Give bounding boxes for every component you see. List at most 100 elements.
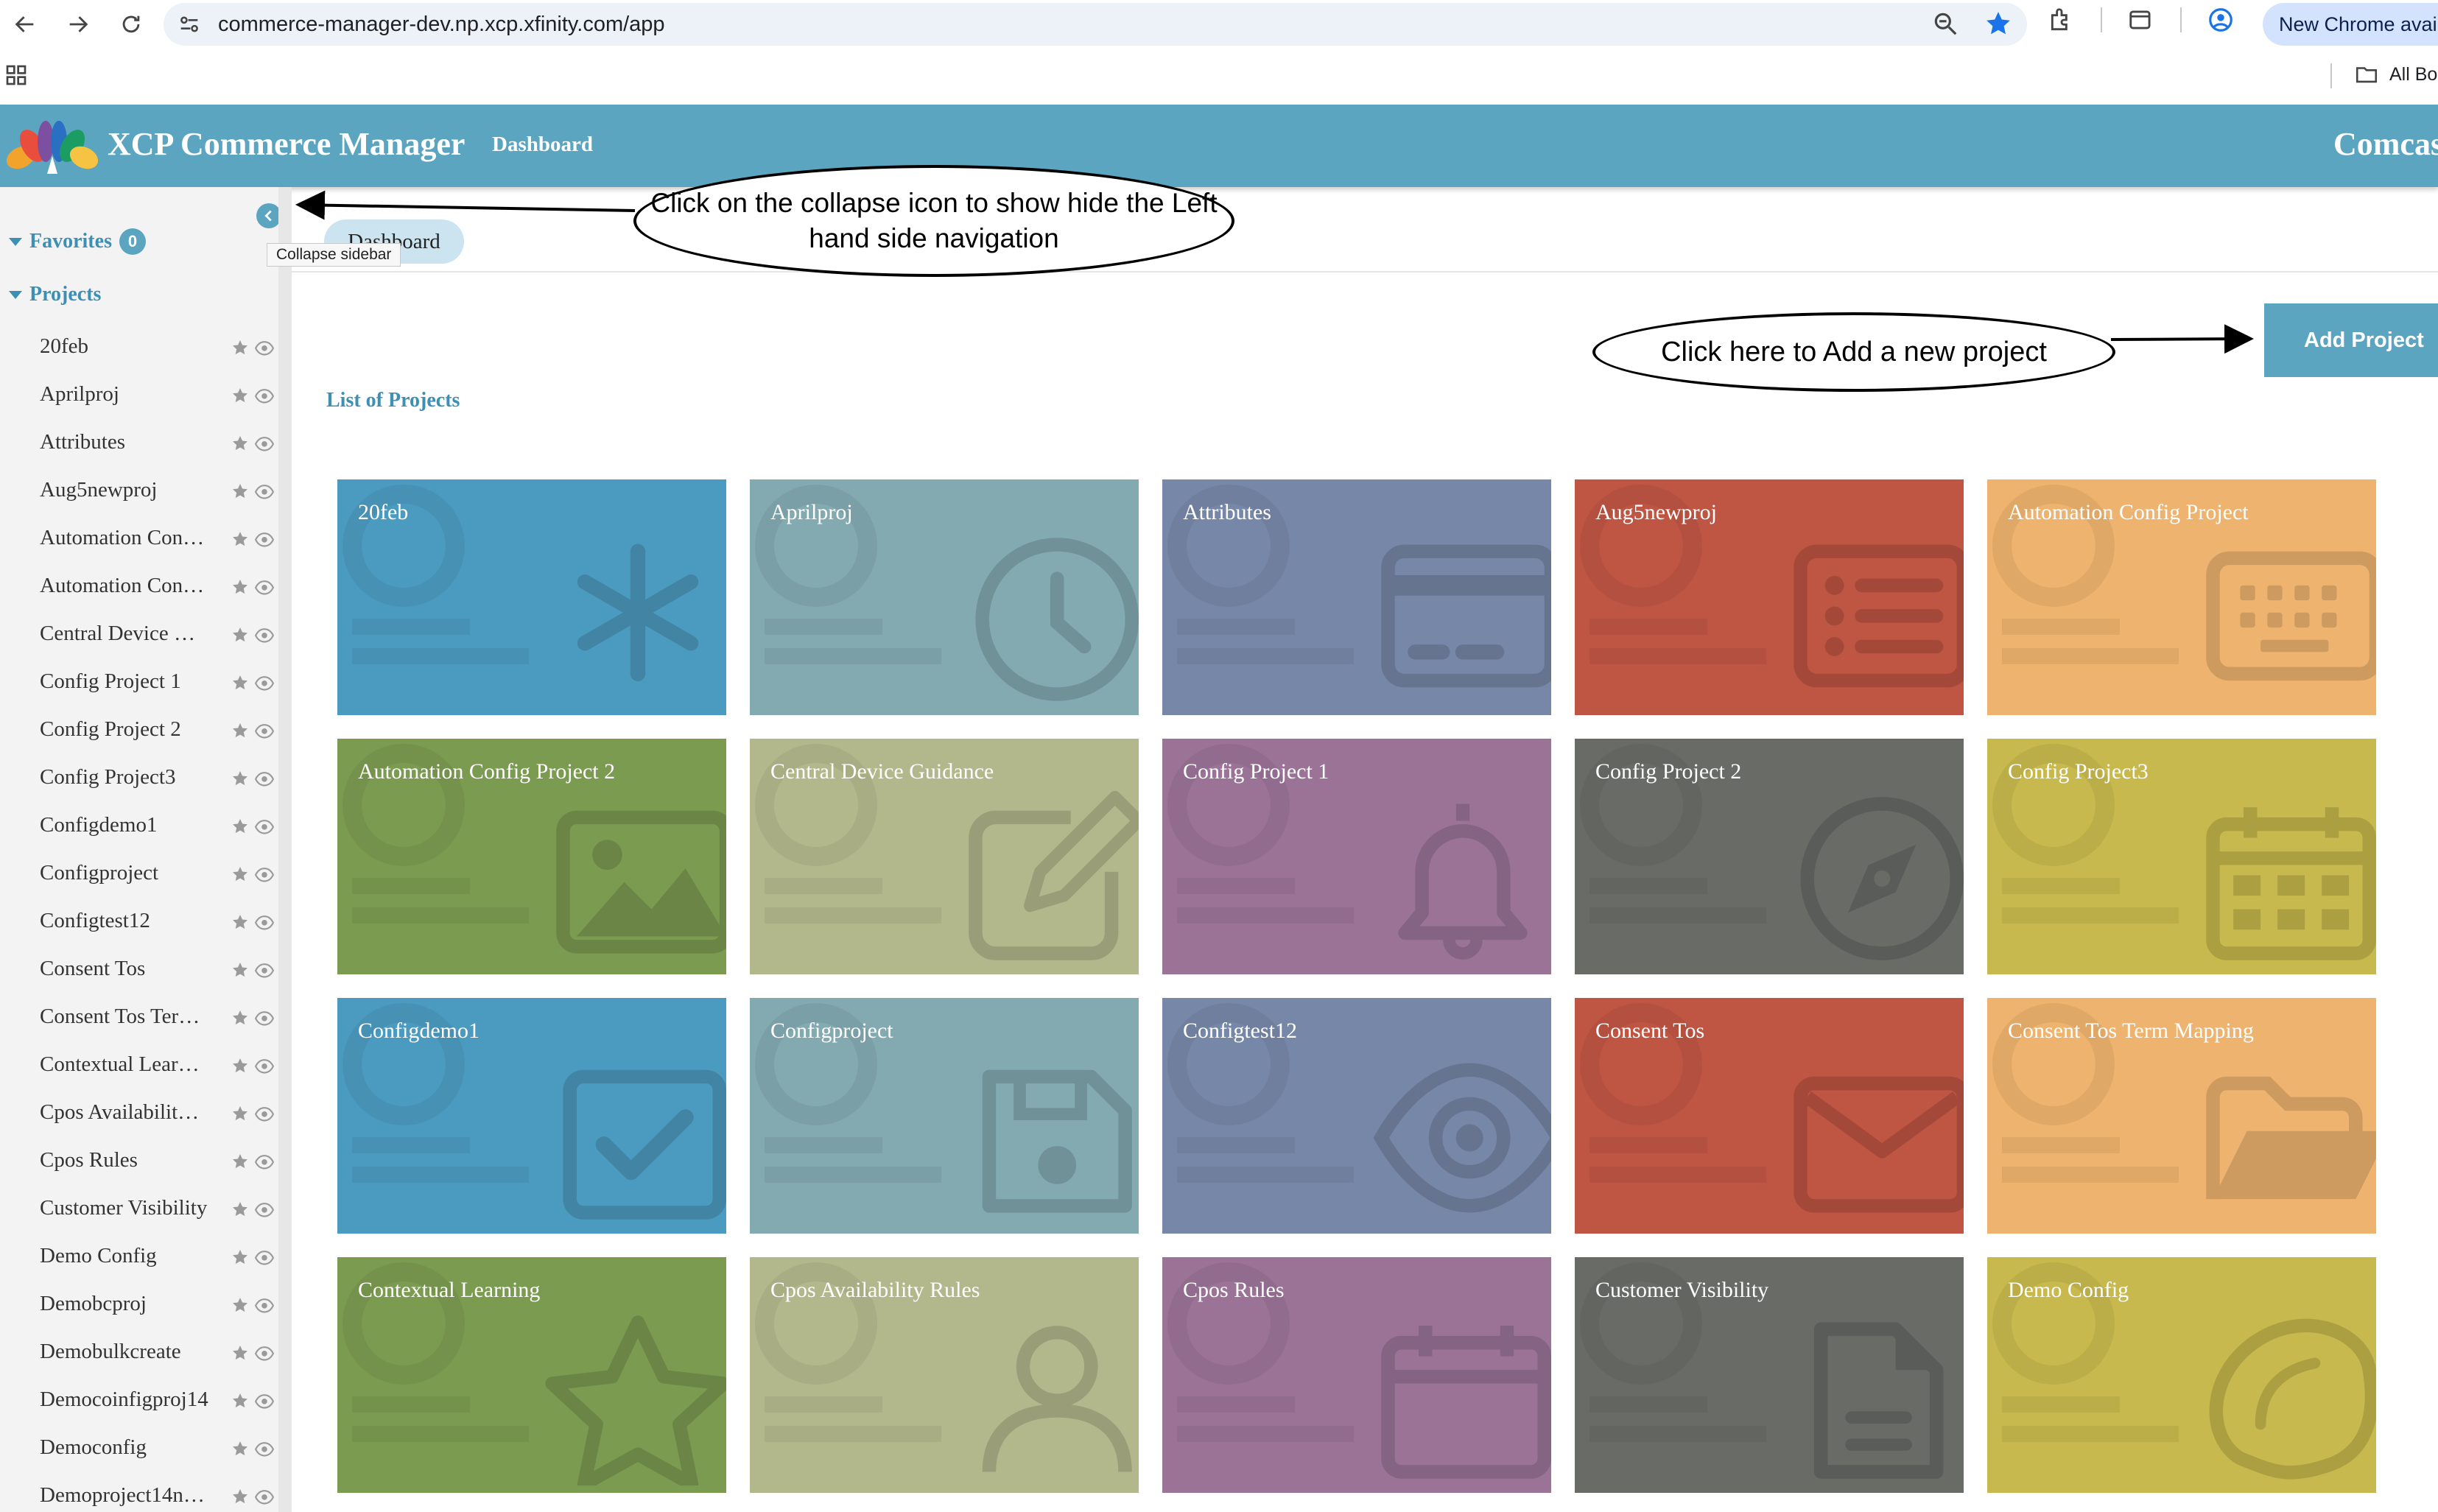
all-bookmarks-button[interactable]: All Bo	[2354, 62, 2437, 87]
url-text[interactable]: commerce-manager-dev.np.xcp.xfinity.com/…	[218, 13, 665, 37]
favorite-star-icon[interactable]	[231, 722, 249, 739]
view-eye-icon[interactable]	[254, 627, 275, 644]
sidebar-project-item[interactable]: Consent Tos	[0, 948, 278, 996]
sidebar-project-name[interactable]: Demoproject14n…	[40, 1483, 217, 1508]
sidebar-project-name[interactable]: Cpos Rules	[40, 1148, 217, 1172]
sidebar-project-item[interactable]: 20feb	[0, 326, 278, 373]
zoom-icon[interactable]	[1931, 10, 1959, 38]
view-eye-icon[interactable]	[254, 580, 275, 596]
view-eye-icon[interactable]	[254, 340, 275, 356]
favorite-star-icon[interactable]	[231, 1009, 249, 1027]
project-tile[interactable]: Configtest12	[1162, 998, 1551, 1234]
sidebar-project-name[interactable]: Aug5newproj	[40, 478, 217, 502]
view-eye-icon[interactable]	[254, 723, 275, 739]
sidebar-project-item[interactable]: Demo Config	[0, 1235, 278, 1283]
sidebar-project-item[interactable]: Demobcproj	[0, 1283, 278, 1331]
sidebar-project-name[interactable]: Config Project 1	[40, 669, 217, 694]
sidebar-project-item[interactable]: Demoproject14n…	[0, 1474, 278, 1512]
sidebar-project-name[interactable]: Configdemo1	[40, 813, 217, 837]
sidebar-project-name[interactable]: Configtest12	[40, 909, 217, 933]
address-bar[interactable]: commerce-manager-dev.np.xcp.xfinity.com/…	[164, 3, 2027, 46]
sidebar-project-item[interactable]: Democoinfigproj14	[0, 1379, 278, 1427]
sidebar-project-name[interactable]: 20feb	[40, 334, 217, 359]
sidebar-project-name[interactable]: Automation Con…	[40, 526, 217, 550]
project-tile[interactable]: Contextual Learning	[337, 1257, 726, 1493]
view-eye-icon[interactable]	[254, 1441, 275, 1458]
add-project-button[interactable]: Add Project	[2264, 303, 2438, 377]
sidebar-project-item[interactable]: Cpos Availabilit…	[0, 1091, 278, 1139]
project-tile[interactable]: Consent Tos	[1575, 998, 1964, 1234]
view-eye-icon[interactable]	[254, 1298, 275, 1314]
favorite-star-icon[interactable]	[231, 626, 249, 644]
favorite-star-icon[interactable]	[231, 913, 249, 931]
sidebar-project-item[interactable]: Central Device …	[0, 613, 278, 661]
sidebar-project-name[interactable]: Consent Tos Ter…	[40, 1005, 217, 1029]
sidebar-project-item[interactable]: Config Project 1	[0, 661, 278, 708]
favorite-star-icon[interactable]	[231, 674, 249, 692]
favorite-star-icon[interactable]	[231, 1488, 249, 1505]
sidebar-project-name[interactable]: Consent Tos	[40, 957, 217, 981]
sidebar-project-item[interactable]: Contextual Lear…	[0, 1044, 278, 1091]
view-eye-icon[interactable]	[254, 675, 275, 692]
sidebar-project-name[interactable]: Customer Visibility	[40, 1196, 217, 1220]
favorite-star-icon[interactable]	[231, 1248, 249, 1266]
favorite-star-icon[interactable]	[231, 1296, 249, 1314]
project-tile[interactable]: Aprilproj	[750, 479, 1139, 715]
favorites-section-toggle[interactable]: Favorites 0	[9, 228, 146, 255]
project-tile[interactable]: Automation Config Project	[1987, 479, 2376, 715]
project-tile[interactable]: Configproject	[750, 998, 1139, 1234]
view-eye-icon[interactable]	[254, 484, 275, 500]
favorite-star-icon[interactable]	[231, 1153, 249, 1170]
favorite-star-icon[interactable]	[231, 530, 249, 548]
projects-section-toggle[interactable]: Projects	[9, 283, 101, 306]
favorite-star-icon[interactable]	[231, 387, 249, 404]
project-tile[interactable]: Customer Visibility	[1575, 1257, 1964, 1493]
sidebar-project-name[interactable]: Configproject	[40, 861, 217, 885]
view-eye-icon[interactable]	[254, 436, 275, 452]
project-tile[interactable]: Cpos Availability Rules	[750, 1257, 1139, 1493]
back-button[interactable]	[6, 5, 44, 43]
sidebar-project-name[interactable]: Democonfig	[40, 1435, 217, 1460]
sidebar-project-item[interactable]: Configdemo1	[0, 804, 278, 852]
sidebar-project-item[interactable]: Attributes	[0, 421, 278, 469]
view-eye-icon[interactable]	[254, 1202, 275, 1218]
view-eye-icon[interactable]	[254, 1058, 275, 1075]
sidebar-project-item[interactable]: Consent Tos Ter…	[0, 996, 278, 1044]
sidebar-project-item[interactable]: Automation Con…	[0, 517, 278, 565]
extensions-icon[interactable]	[2048, 6, 2076, 34]
collapse-sidebar-button[interactable]	[256, 203, 281, 228]
project-tile[interactable]: Aug5newproj	[1575, 479, 1964, 715]
sidebar-project-item[interactable]: Democonfig	[0, 1427, 278, 1474]
peacock-logo[interactable]	[4, 118, 100, 175]
favorite-star-icon[interactable]	[231, 578, 249, 596]
sidebar-project-name[interactable]: Central Device …	[40, 622, 217, 646]
view-eye-icon[interactable]	[254, 1393, 275, 1410]
favorite-star-icon[interactable]	[231, 961, 249, 979]
sidebar-scrollbar[interactable]	[278, 187, 292, 1512]
view-eye-icon[interactable]	[254, 1346, 275, 1362]
view-eye-icon[interactable]	[254, 915, 275, 931]
view-eye-icon[interactable]	[254, 1154, 275, 1170]
profile-icon[interactable]	[2207, 6, 2235, 34]
sidebar-project-name[interactable]: Automation Con…	[40, 574, 217, 598]
sidebar-project-name[interactable]: Aprilproj	[40, 382, 217, 407]
view-eye-icon[interactable]	[254, 388, 275, 404]
favorite-star-icon[interactable]	[231, 1057, 249, 1075]
view-eye-icon[interactable]	[254, 819, 275, 835]
favorite-star-icon[interactable]	[231, 482, 249, 500]
project-tile[interactable]: Config Project3	[1987, 739, 2376, 974]
view-eye-icon[interactable]	[254, 963, 275, 979]
sidebar-project-item[interactable]: Automation Con…	[0, 565, 278, 613]
favorite-star-icon[interactable]	[231, 770, 249, 787]
project-tile[interactable]: Config Project 2	[1575, 739, 1964, 974]
view-eye-icon[interactable]	[254, 1250, 275, 1266]
forward-button[interactable]	[59, 5, 97, 43]
site-info-icon[interactable]	[177, 12, 202, 37]
project-tile[interactable]: Configdemo1	[337, 998, 726, 1234]
favorite-star-icon[interactable]	[231, 1105, 249, 1122]
project-tile[interactable]: Config Project 1	[1162, 739, 1551, 974]
sidebar-project-item[interactable]: Config Project 2	[0, 708, 278, 756]
project-tile[interactable]: Cpos Rules	[1162, 1257, 1551, 1493]
header-dashboard-link[interactable]: Dashboard	[492, 133, 593, 157]
view-eye-icon[interactable]	[254, 867, 275, 883]
